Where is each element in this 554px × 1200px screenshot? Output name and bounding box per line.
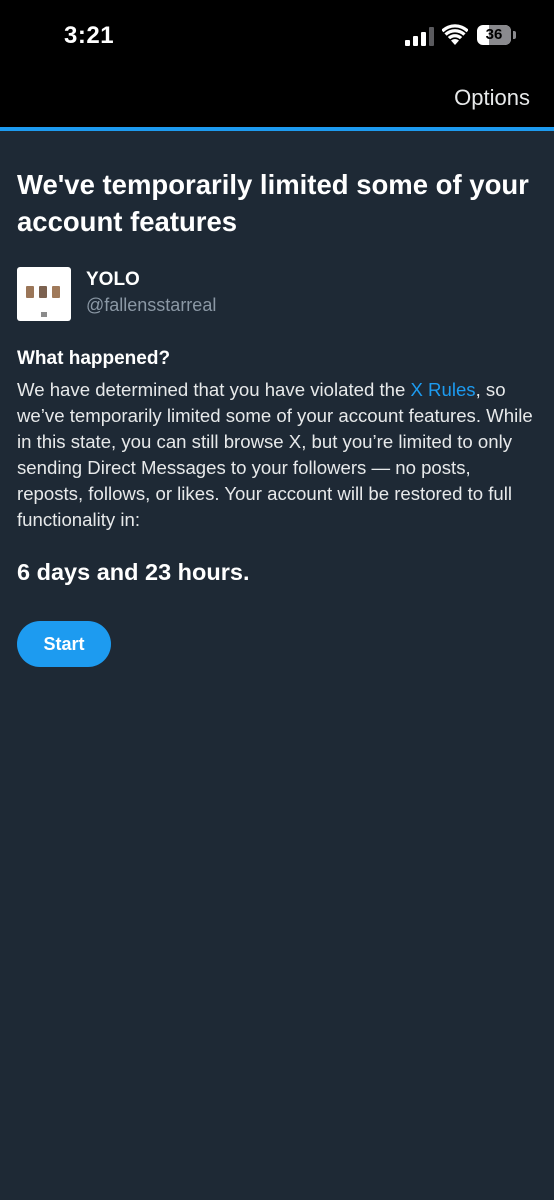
account-name: YOLO [86, 269, 140, 290]
explanation-text: We have determined that you have violate… [17, 377, 537, 533]
start-button[interactable]: Start [17, 621, 111, 667]
account-handle: @fallensstarreal [86, 295, 217, 315]
main-content: We've temporarily limited some of your a… [17, 166, 533, 667]
section-heading: What happened? [17, 348, 171, 369]
top-bar: 3:21 36 Options [0, 0, 554, 127]
cellular-signal-icon [405, 27, 434, 46]
page-title: We've temporarily limited some of your a… [17, 169, 529, 237]
restriction-time-remaining: 6 days and 23 hours. [17, 559, 250, 585]
status-time: 3:21 [64, 22, 115, 49]
battery-level: 36 [477, 25, 511, 45]
x-rules-link[interactable]: X Rules [410, 379, 475, 400]
header-accent-line [0, 127, 554, 131]
explanation-text-start: We have determined that you have violate… [17, 379, 411, 400]
account-card: YOLO @fallensstarreal [17, 267, 532, 327]
options-button[interactable]: Options [454, 85, 530, 111]
wifi-icon [442, 24, 468, 45]
avatar[interactable] [17, 267, 71, 321]
explanation-text-end: , so we’ve temporarily limited some of y… [17, 379, 533, 530]
battery-icon: 36 [477, 25, 519, 47]
